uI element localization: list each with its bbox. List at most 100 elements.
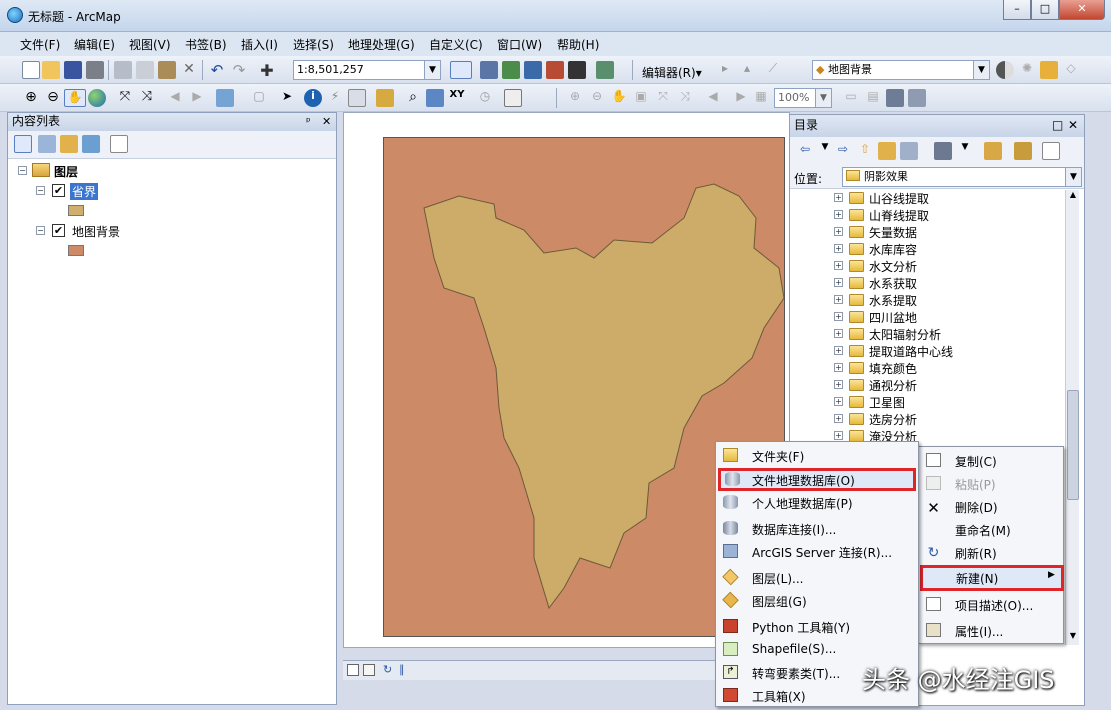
expand-icon[interactable]: + bbox=[834, 210, 843, 219]
catalog-folder-item[interactable]: + 太阳辐射分析 bbox=[834, 326, 1064, 343]
layer-symbol-swatch[interactable] bbox=[68, 205, 84, 216]
layout-fixed-zoom-in-icon[interactable]: ⤧ bbox=[654, 89, 672, 107]
html-popup-icon[interactable] bbox=[348, 89, 366, 107]
fixed-zoom-out-icon[interactable]: ⤨ bbox=[138, 89, 156, 107]
data-driven-pages-icon[interactable] bbox=[908, 89, 926, 107]
new-database-connection-item[interactable]: 数据库连接(I)... bbox=[716, 517, 918, 540]
arctoolbox-icon[interactable] bbox=[546, 61, 564, 79]
home-folder-icon[interactable] bbox=[878, 142, 896, 160]
layer-visibility-checkbox[interactable]: ✔ bbox=[52, 184, 65, 197]
menu-item-new[interactable]: 新建(N) ▶ bbox=[920, 565, 1064, 591]
catalog-folder-item[interactable]: + 山谷线提取 bbox=[834, 190, 1064, 207]
select-features-icon[interactable] bbox=[216, 89, 234, 107]
close-button[interactable]: ✕ bbox=[1059, 0, 1105, 20]
layout-full-page-icon[interactable]: ▣ bbox=[632, 89, 650, 107]
list-by-source-icon[interactable] bbox=[38, 135, 56, 153]
pan-hand-icon[interactable]: ✋ bbox=[64, 89, 86, 107]
list-by-drawing-order-icon[interactable] bbox=[14, 135, 32, 153]
refresh-view-icon[interactable]: ↻ bbox=[383, 663, 392, 676]
catalog-folder-item[interactable]: + 水系提取 bbox=[834, 292, 1064, 309]
layout-back-icon[interactable]: ◀ bbox=[704, 89, 722, 107]
fixed-zoom-in-icon[interactable]: ⤧ bbox=[116, 89, 134, 107]
map-scale-combo[interactable]: 1:8,501,257 ▼ bbox=[293, 60, 441, 80]
list-by-visibility-icon[interactable] bbox=[60, 135, 78, 153]
minimize-button[interactable]: – bbox=[1003, 0, 1031, 20]
time-slider-icon[interactable]: ◷ bbox=[476, 89, 494, 107]
toc-root-layers[interactable]: 图层 bbox=[54, 163, 78, 180]
expand-icon[interactable]: + bbox=[834, 380, 843, 389]
expand-icon[interactable]: + bbox=[834, 193, 843, 202]
close-icon[interactable]: ✕ bbox=[322, 113, 331, 130]
menu-geoprocessing[interactable]: 地理处理(G) bbox=[348, 36, 415, 53]
list-by-selection-icon[interactable] bbox=[82, 135, 100, 153]
new-personal-geodatabase-item[interactable]: 个人地理数据库(P) bbox=[716, 491, 918, 514]
new-arcgis-server-connection-item[interactable]: ArcGIS Server 连接(R)... bbox=[716, 540, 918, 563]
menu-item-delete[interactable]: ✕ 删除(D) bbox=[919, 495, 1063, 518]
create-viewer-icon[interactable] bbox=[504, 89, 522, 107]
collapse-icon[interactable]: − bbox=[36, 186, 45, 195]
expand-icon[interactable]: + bbox=[834, 346, 843, 355]
pin-icon[interactable]: ᵖ bbox=[306, 113, 311, 130]
forward-arrow-icon[interactable]: ⇨ bbox=[834, 142, 852, 160]
expand-icon[interactable]: + bbox=[834, 227, 843, 236]
change-layout-icon[interactable] bbox=[886, 89, 904, 107]
delete-icon[interactable]: ✕ bbox=[180, 61, 198, 79]
sketch-tool-icon[interactable]: ▴ bbox=[738, 61, 756, 79]
catalog-folder-item[interactable]: + 矢量数据 bbox=[834, 224, 1064, 241]
straight-segment-icon[interactable]: ⟋ bbox=[764, 61, 782, 79]
zoom-100-icon[interactable]: ▦ bbox=[752, 89, 770, 107]
menu-bookmarks[interactable]: 书签(B) bbox=[185, 36, 227, 53]
menu-item-properties[interactable]: 属性(I)... bbox=[919, 619, 1063, 642]
maximize-button[interactable]: □ bbox=[1031, 0, 1059, 20]
maximize-icon[interactable]: □ bbox=[1052, 115, 1063, 136]
clear-selection-icon[interactable]: ▢ bbox=[250, 89, 268, 107]
expand-icon[interactable]: + bbox=[834, 278, 843, 287]
close-icon[interactable]: ✕ bbox=[1068, 115, 1078, 136]
undo-icon[interactable]: ↶ bbox=[208, 61, 226, 79]
layout-zoom-in-icon[interactable]: ⊕ bbox=[566, 89, 584, 107]
new-document-icon[interactable] bbox=[22, 61, 40, 79]
scrollbar-thumb[interactable] bbox=[1067, 390, 1079, 500]
table-icon[interactable] bbox=[480, 61, 498, 79]
editor-menu[interactable]: 编辑器(R)▾ bbox=[642, 64, 702, 81]
expand-icon[interactable]: + bbox=[834, 295, 843, 304]
catalog-window-icon[interactable] bbox=[502, 61, 520, 79]
options-icon[interactable] bbox=[1042, 142, 1060, 160]
zoom-in-icon[interactable]: ⊕ bbox=[22, 89, 40, 107]
scroll-up-icon[interactable]: ▲ bbox=[1067, 190, 1079, 202]
menu-view[interactable]: 视图(V) bbox=[129, 36, 171, 53]
hyperlink-icon[interactable]: ⚡ bbox=[326, 89, 344, 107]
catalog-folder-item[interactable]: + 卫星图 bbox=[834, 394, 1064, 411]
connect-folder-icon[interactable] bbox=[900, 142, 918, 160]
print-icon[interactable] bbox=[86, 61, 104, 79]
catalog-folder-item[interactable]: + 填充颜色 bbox=[834, 360, 1064, 377]
full-extent-globe-icon[interactable] bbox=[88, 89, 106, 107]
menu-file[interactable]: 文件(F) bbox=[20, 36, 60, 53]
menu-edit[interactable]: 编辑(E) bbox=[74, 36, 115, 53]
menu-customize[interactable]: 自定义(C) bbox=[429, 36, 483, 53]
flicker-icon[interactable]: ◇ bbox=[1062, 61, 1080, 79]
catalog-folder-item[interactable]: + 水库库容 bbox=[834, 241, 1064, 258]
collapse-icon[interactable]: − bbox=[18, 166, 27, 175]
menu-insert[interactable]: 插入(I) bbox=[241, 36, 278, 53]
editor-tool-icon[interactable] bbox=[450, 61, 472, 79]
menu-item-refresh[interactable]: ↻ 刷新(R) bbox=[919, 541, 1063, 564]
chevron-down-icon[interactable]: ▼ bbox=[956, 142, 974, 160]
layer-combo[interactable]: ◆ 地图背景 ▼ bbox=[812, 60, 990, 80]
menu-help[interactable]: 帮助(H) bbox=[557, 36, 599, 53]
cut-icon[interactable] bbox=[114, 61, 132, 79]
tree-toggle-icon[interactable] bbox=[1014, 142, 1032, 160]
menu-item-copy[interactable]: 复制(C) bbox=[919, 449, 1063, 472]
model-builder-icon[interactable] bbox=[596, 61, 614, 79]
layer-name-map-background[interactable]: 地图背景 bbox=[72, 223, 120, 240]
catalog-folder-item[interactable]: + 四川盆地 bbox=[834, 309, 1064, 326]
layout-pan-icon[interactable]: ✋ bbox=[610, 89, 628, 107]
go-to-xy-icon[interactable]: XY bbox=[448, 89, 466, 107]
find-route-icon[interactable] bbox=[426, 89, 444, 107]
measure-icon[interactable] bbox=[376, 89, 394, 107]
open-folder-icon[interactable] bbox=[42, 61, 60, 79]
expand-icon[interactable]: + bbox=[834, 414, 843, 423]
layer-symbol-swatch[interactable] bbox=[68, 245, 84, 256]
menu-windows[interactable]: 窗口(W) bbox=[497, 36, 542, 53]
catalog-folder-item[interactable]: + 山脊线提取 bbox=[834, 207, 1064, 224]
